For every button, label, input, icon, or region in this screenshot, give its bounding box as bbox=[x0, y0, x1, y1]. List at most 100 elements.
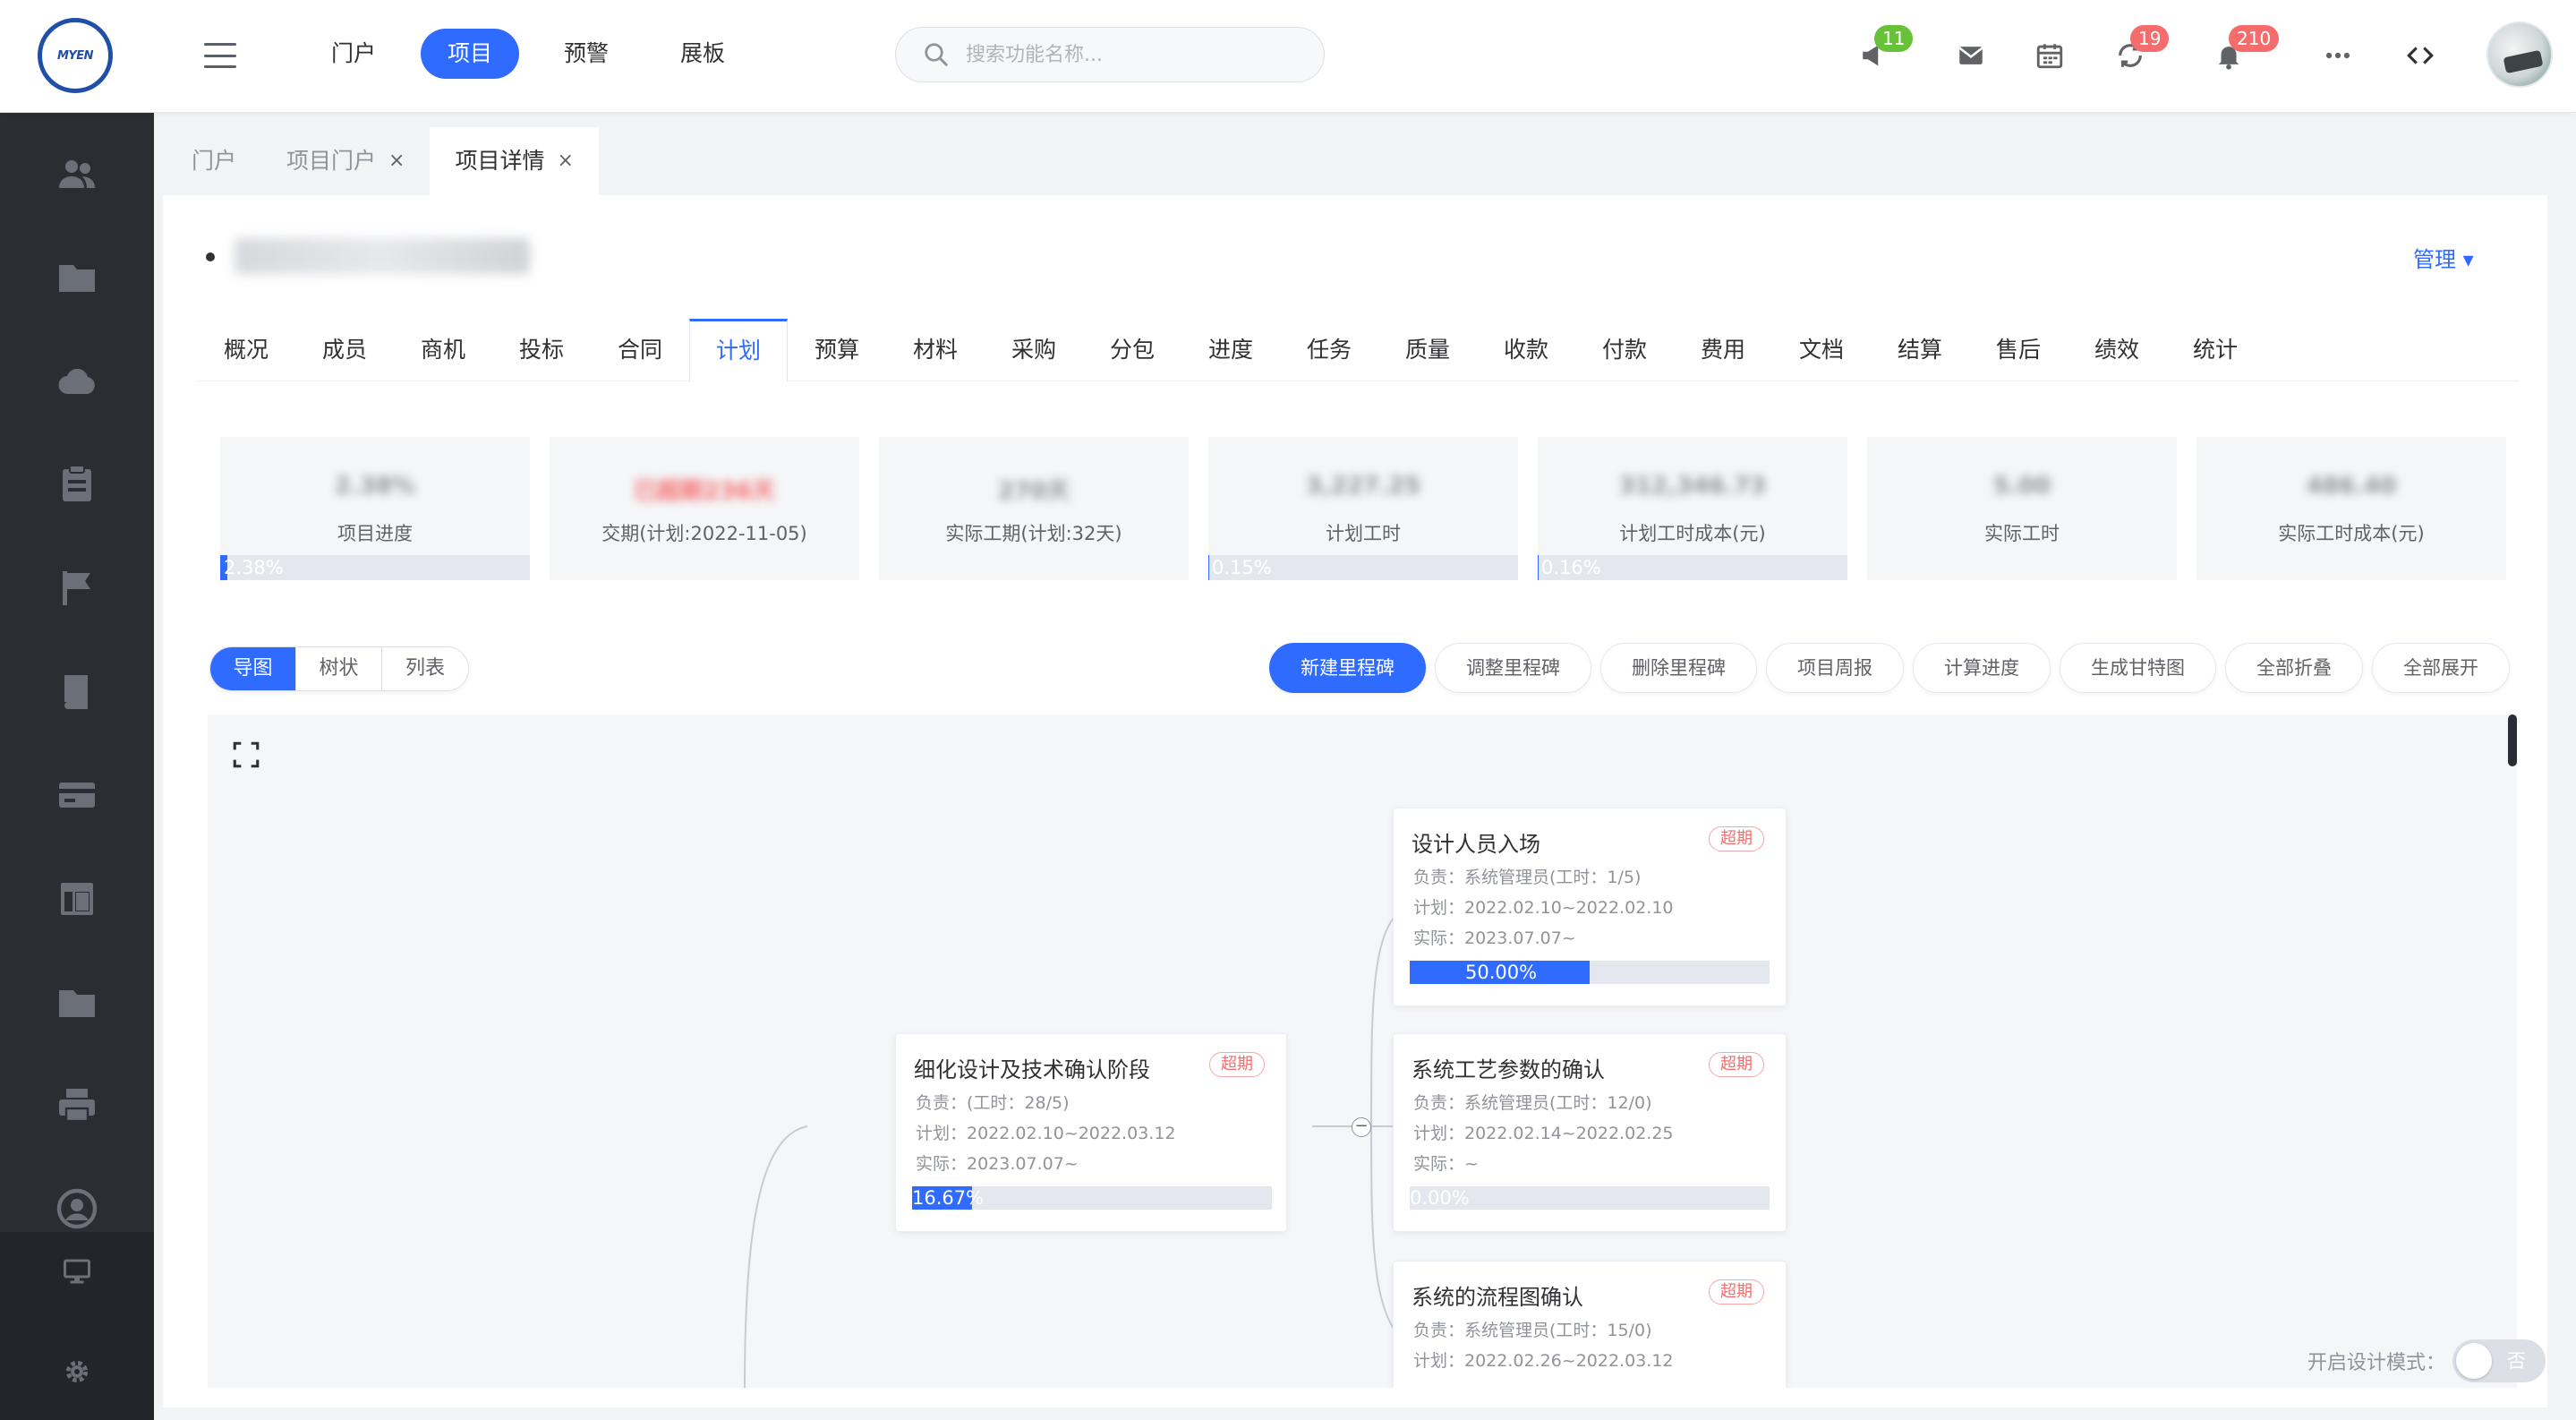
stat-card: 5.00 实际工时 bbox=[1867, 437, 2177, 580]
avatar[interactable] bbox=[2486, 21, 2553, 88]
subtab-item[interactable]: 投标 bbox=[492, 319, 591, 381]
stat-card: 312,346.73 计划工时成本(元) 0.16% bbox=[1538, 437, 1847, 580]
topnav-board[interactable]: 展板 bbox=[653, 29, 752, 79]
view-list-button[interactable]: 列表 bbox=[382, 647, 468, 690]
top-nav: 门户 项目 预警 展板 bbox=[304, 29, 752, 79]
subtab-item[interactable]: 进度 bbox=[1181, 319, 1280, 381]
collapse-all-button[interactable]: 全部折叠 bbox=[2225, 643, 2363, 693]
stat-label: 交期(计划:2022-11-05) bbox=[601, 523, 807, 544]
node-plan: 计划：2022.02.10~2022.03.12 bbox=[916, 1124, 1176, 1143]
view-tree-button[interactable]: 树状 bbox=[296, 647, 382, 690]
overdue-tag: 超期 bbox=[1709, 1279, 1764, 1305]
flag-icon[interactable] bbox=[52, 562, 102, 612]
subtab-item[interactable]: 付款 bbox=[1575, 319, 1674, 381]
tab-project-portal[interactable]: 项目门户 × bbox=[261, 127, 430, 195]
subtab-item[interactable]: 统计 bbox=[2166, 319, 2265, 381]
stat-card: 已超期236天 交期(计划:2022-11-05) bbox=[550, 437, 859, 580]
mindmap-node[interactable]: 设计人员入场 超期 负责：系统管理员(工时：1/5) 计划：2022.02.10… bbox=[1393, 808, 1787, 1006]
close-icon[interactable]: × bbox=[388, 127, 405, 195]
mail-icon[interactable] bbox=[1951, 36, 1991, 75]
topnav-project[interactable]: 项目 bbox=[421, 29, 520, 79]
node-owner: 负责：系统管理员(工时：12/0) bbox=[1413, 1093, 1652, 1113]
folder-icon[interactable] bbox=[52, 978, 102, 1028]
toggle-label: 否 bbox=[2507, 1350, 2526, 1372]
mindmap-node-root[interactable]: 细化设计及技术确认阶段 超期 负责：(工时：28/5) 计划：2022.02.1… bbox=[895, 1033, 1287, 1232]
stat-label: 实际工期(计划:32天) bbox=[945, 523, 1122, 544]
subtab-item[interactable]: 文档 bbox=[1772, 319, 1871, 381]
tab-portal[interactable]: 门户 bbox=[166, 127, 261, 195]
adjust-milestone-button[interactable]: 调整里程碑 bbox=[1435, 643, 1591, 693]
more-icon[interactable] bbox=[2318, 36, 2358, 75]
clipboard-icon[interactable] bbox=[52, 458, 102, 509]
subtab-item[interactable]: 预算 bbox=[788, 319, 886, 381]
monitor-icon[interactable] bbox=[55, 1250, 98, 1293]
progress-fill bbox=[1208, 555, 1209, 580]
expand-all-button[interactable]: 全部展开 bbox=[2372, 643, 2510, 693]
view-mindmap-button[interactable]: 导图 bbox=[210, 647, 296, 690]
node-title: 设计人员入场 bbox=[1412, 832, 1540, 857]
subtab-item[interactable]: 计划 bbox=[689, 319, 788, 382]
printer-icon[interactable] bbox=[52, 1080, 102, 1130]
topnav-alert[interactable]: 预警 bbox=[537, 29, 635, 79]
delete-milestone-button[interactable]: 删除里程碑 bbox=[1600, 643, 1757, 693]
subtab-item[interactable]: 费用 bbox=[1674, 319, 1772, 381]
stat-value: 312,346.73 bbox=[1618, 473, 1767, 500]
tab-project-detail[interactable]: 项目详情 × bbox=[430, 127, 599, 195]
overdue-tag: 超期 bbox=[1209, 1052, 1265, 1077]
tab-label: 门户 bbox=[192, 148, 237, 174]
subtab-item[interactable]: 绩效 bbox=[2068, 319, 2166, 381]
subtab-item[interactable]: 售后 bbox=[1969, 319, 2068, 381]
node-title: 系统的流程图确认 bbox=[1412, 1285, 1583, 1310]
search-input[interactable] bbox=[966, 43, 1288, 66]
bell-icon[interactable]: 210 bbox=[2209, 25, 2280, 75]
close-icon[interactable]: × bbox=[557, 127, 573, 195]
subtab-item[interactable]: 合同 bbox=[591, 319, 689, 381]
card-icon[interactable] bbox=[52, 770, 102, 820]
calc-progress-button[interactable]: 计算进度 bbox=[1913, 643, 2051, 693]
layout-icon[interactable] bbox=[52, 874, 102, 924]
user-circle-icon[interactable] bbox=[52, 1184, 102, 1234]
book-icon[interactable] bbox=[52, 666, 102, 716]
folder-icon[interactable] bbox=[52, 252, 102, 303]
menu-toggle-icon[interactable] bbox=[204, 43, 236, 68]
subtab-item[interactable]: 材料 bbox=[886, 319, 985, 381]
subtab-item[interactable]: 商机 bbox=[394, 319, 492, 381]
subtab-item[interactable]: 结算 bbox=[1871, 319, 1969, 381]
sync-icon[interactable]: 19 bbox=[2111, 25, 2170, 75]
node-actual: 实际：2023.07.07~ bbox=[916, 1154, 1079, 1174]
gear-icon[interactable] bbox=[55, 1350, 98, 1393]
subtab-item[interactable]: 分包 bbox=[1083, 319, 1181, 381]
new-milestone-button[interactable]: 新建里程碑 bbox=[1269, 643, 1426, 693]
overdue-tag: 超期 bbox=[1709, 1052, 1764, 1077]
megaphone-icon[interactable]: 11 bbox=[1855, 25, 1914, 75]
mindmap-node[interactable]: 系统工艺参数的确认 超期 负责：系统管理员(工时：12/0) 计划：2022.0… bbox=[1393, 1033, 1787, 1232]
main-panel: 管理 ▾ 概况 成员 商机 投标 合同 计划 预算 材料 采购 分包 进度 任务 质量 收款 付款 费用 文档结… bbox=[163, 195, 2547, 1407]
node-title: 系统工艺参数的确认 bbox=[1412, 1057, 1605, 1082]
topnav-portal[interactable]: 门户 bbox=[304, 29, 403, 79]
subtab-item[interactable]: 质量 bbox=[1378, 319, 1477, 381]
gantt-button[interactable]: 生成甘特图 bbox=[2060, 643, 2216, 693]
collapse-node-button[interactable]: − bbox=[1352, 1117, 1371, 1137]
mindmap-node[interactable]: 系统的流程图确认 超期 负责：系统管理员(工时：15/0) 计划：2022.02… bbox=[1393, 1261, 1787, 1388]
subtab-item[interactable]: 收款 bbox=[1477, 319, 1575, 381]
subtab-item[interactable]: 成员 bbox=[295, 319, 394, 381]
calendar-icon[interactable] bbox=[2030, 36, 2069, 75]
node-actual: 实际：2023.07.07~ bbox=[1413, 928, 1576, 948]
node-owner: 负责：系统管理员(工时：1/5) bbox=[1413, 868, 1642, 887]
weekly-report-button[interactable]: 项目周报 bbox=[1766, 643, 1904, 693]
stat-label: 计划工时成本(元) bbox=[1619, 523, 1766, 544]
progress-bar: 0.16% bbox=[1538, 555, 1847, 580]
logo[interactable]: MYEN bbox=[38, 18, 113, 93]
code-icon[interactable] bbox=[2401, 36, 2440, 75]
design-mode-toggle[interactable]: 否 bbox=[2452, 1339, 2546, 1382]
cloud-icon[interactable] bbox=[52, 356, 102, 406]
users-icon[interactable] bbox=[52, 149, 102, 199]
mindmap-canvas[interactable]: 细化设计及技术确认阶段 超期 负责：(工时：28/5) 计划：2022.02.1… bbox=[208, 714, 2517, 1388]
subtab-item[interactable]: 任务 bbox=[1280, 319, 1378, 381]
subtab-item[interactable]: 概况 bbox=[197, 319, 295, 381]
node-progress-bar: 16.67% bbox=[912, 1186, 1272, 1210]
manage-dropdown[interactable]: 管理 ▾ bbox=[2413, 242, 2474, 273]
progress-label: 50.00% bbox=[1465, 962, 1538, 983]
stat-value: 486.40 bbox=[2306, 473, 2397, 500]
subtab-item[interactable]: 采购 bbox=[985, 319, 1083, 381]
